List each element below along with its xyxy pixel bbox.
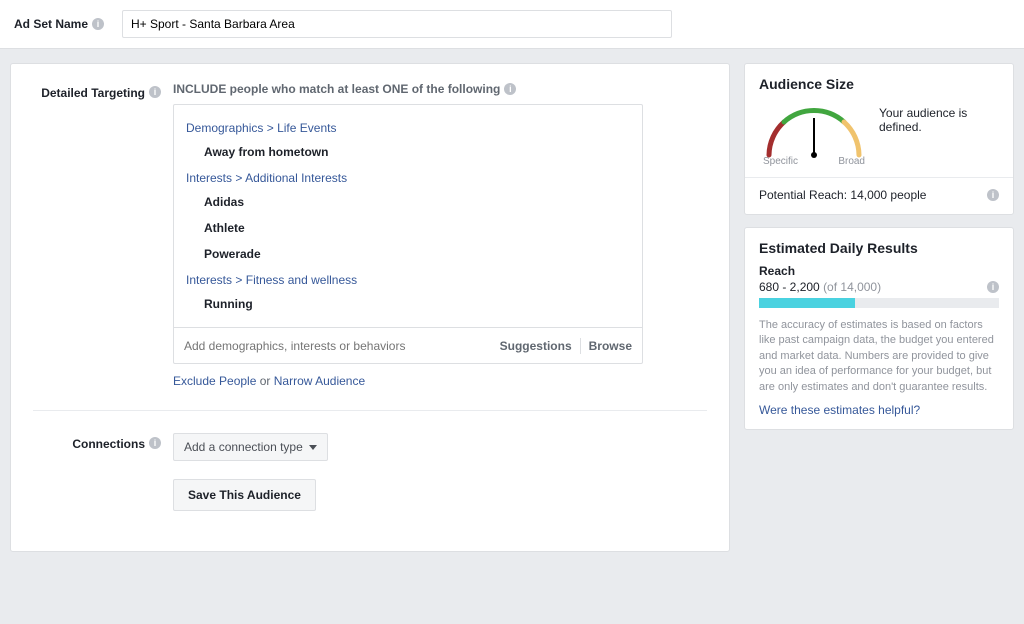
category-path-b[interactable]: Life Events bbox=[277, 121, 336, 135]
targeting-category: Interests > Fitness and wellness bbox=[186, 273, 630, 287]
connections-label-text: Connections bbox=[72, 437, 145, 451]
section-divider bbox=[33, 410, 707, 411]
estimates-feedback-link[interactable]: Were these estimates helpful? bbox=[759, 403, 920, 417]
audience-gauge bbox=[759, 100, 869, 160]
audience-size-card: Audience Size Specific Bro bbox=[744, 63, 1014, 215]
audience-size-title: Audience Size bbox=[759, 76, 999, 92]
category-path-a[interactable]: Interests bbox=[186, 273, 232, 287]
edr-title: Estimated Daily Results bbox=[759, 240, 999, 256]
or-text: or bbox=[260, 374, 271, 388]
info-icon[interactable]: i bbox=[504, 83, 516, 95]
potential-reach-text: Potential Reach: 14,000 people bbox=[759, 188, 926, 202]
targeting-box: Demographics > Life Events Away from home… bbox=[173, 104, 643, 364]
edr-progress-fill bbox=[759, 298, 855, 308]
suggestions-link[interactable]: Suggestions bbox=[500, 339, 572, 353]
audience-defined-text: Your audience is defined. bbox=[879, 100, 999, 134]
targeting-category: Interests > Additional Interests bbox=[186, 171, 630, 185]
ad-set-name-label: Ad Set Name i bbox=[14, 17, 114, 31]
edr-range-of: (of 14,000) bbox=[823, 280, 881, 294]
edr-range-row: 680 - 2,200 (of 14,000) i bbox=[759, 280, 999, 294]
narrow-audience-link[interactable]: Narrow Audience bbox=[274, 374, 365, 388]
detailed-targeting-label: Detailed Targeting i bbox=[33, 82, 173, 100]
potential-reach-row: Potential Reach: 14,000 people i bbox=[759, 188, 999, 202]
chevron-down-icon bbox=[309, 445, 317, 450]
info-icon[interactable]: i bbox=[92, 18, 104, 30]
category-path-b[interactable]: Fitness and wellness bbox=[246, 273, 357, 287]
edr-progress bbox=[759, 298, 999, 308]
exclude-narrow-row: Exclude People or Narrow Audience bbox=[173, 374, 707, 388]
info-icon[interactable]: i bbox=[149, 86, 161, 98]
targeting-item[interactable]: Running bbox=[186, 291, 630, 317]
edr-disclaimer: The accuracy of estimates is based on fa… bbox=[759, 318, 999, 395]
category-path-b[interactable]: Additional Interests bbox=[245, 171, 347, 185]
ad-set-name-label-text: Ad Set Name bbox=[14, 17, 88, 31]
add-connection-label: Add a connection type bbox=[184, 440, 303, 454]
include-caption: INCLUDE people who match at least ONE of… bbox=[173, 82, 707, 96]
edr-reach-label: Reach bbox=[759, 264, 999, 278]
targeting-category: Demographics > Life Events bbox=[186, 121, 630, 135]
browse-link[interactable]: Browse bbox=[589, 339, 632, 353]
connections-label: Connections i bbox=[33, 433, 173, 451]
edr-range-value: 680 - 2,200 bbox=[759, 280, 820, 294]
info-icon[interactable]: i bbox=[987, 281, 999, 293]
divider bbox=[580, 338, 581, 354]
targeting-item[interactable]: Athlete bbox=[186, 215, 630, 241]
estimated-daily-results-card: Estimated Daily Results Reach 680 - 2,20… bbox=[744, 227, 1014, 430]
detailed-targeting-label-text: Detailed Targeting bbox=[41, 86, 145, 100]
targeting-item[interactable]: Away from hometown bbox=[186, 139, 630, 165]
category-path-a[interactable]: Interests bbox=[186, 171, 232, 185]
targeting-search-input[interactable] bbox=[184, 339, 500, 353]
add-connection-type-button[interactable]: Add a connection type bbox=[173, 433, 328, 461]
info-icon[interactable]: i bbox=[987, 189, 999, 201]
save-audience-button[interactable]: Save This Audience bbox=[173, 479, 316, 511]
include-caption-text: INCLUDE people who match at least ONE of… bbox=[173, 82, 500, 96]
targeting-item[interactable]: Adidas bbox=[186, 189, 630, 215]
top-bar: Ad Set Name i bbox=[0, 0, 1024, 49]
ad-set-name-input[interactable] bbox=[122, 10, 672, 38]
main-panel: Detailed Targeting i INCLUDE people who … bbox=[10, 63, 730, 552]
info-icon[interactable]: i bbox=[149, 437, 161, 449]
category-path-a[interactable]: Demographics bbox=[186, 121, 263, 135]
targeting-item[interactable]: Powerade bbox=[186, 241, 630, 267]
exclude-people-link[interactable]: Exclude People bbox=[173, 374, 256, 388]
